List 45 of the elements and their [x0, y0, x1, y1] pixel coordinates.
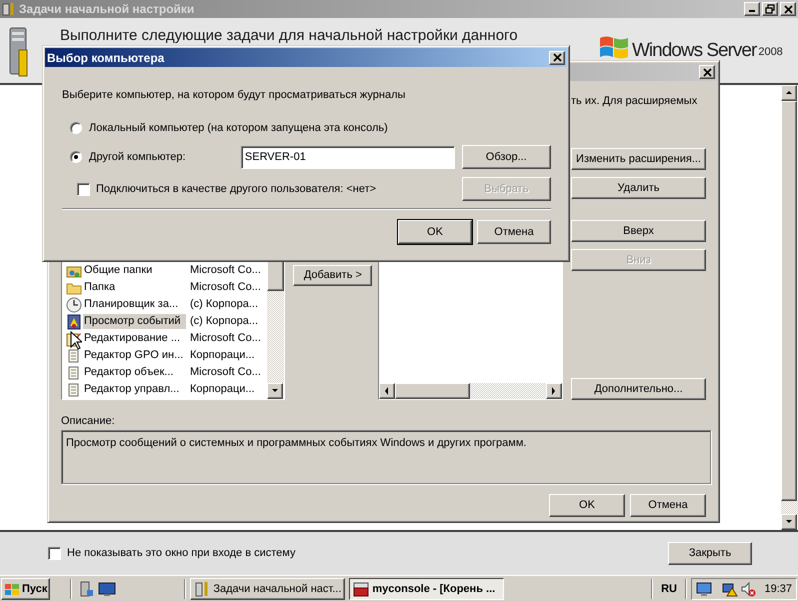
- description-label: Описание:: [61, 415, 115, 427]
- list-item[interactable]: Редактор управл...: [83, 382, 186, 397]
- table-cell-text: Корпораци...: [190, 348, 255, 364]
- cancel-button[interactable]: Отмена: [630, 494, 706, 517]
- table-cell-text: Microsoft Co...: [190, 365, 261, 380]
- browse-button[interactable]: Обзор...: [462, 145, 551, 169]
- list-item[interactable]: Общие папки: [83, 263, 186, 278]
- table-cell-text: Корпораци...: [190, 382, 255, 398]
- add-button[interactable]: Добавить >: [293, 265, 372, 286]
- window-title: Выбор компьютера: [47, 50, 164, 66]
- action-button[interactable]: Удалить: [571, 177, 706, 199]
- logo: Windows Server2008: [598, 32, 783, 60]
- action-button[interactable]: Изменить расширения...: [571, 148, 706, 170]
- radio-label: Локальный компьютер (на котором запущена эта консоль): [89, 120, 388, 136]
- cancel-button[interactable]: Отмена: [477, 220, 551, 244]
- table-cell-text: Microsoft Co...: [190, 263, 261, 278]
- clock: 19:37: [764, 582, 792, 597]
- instruction-text: ть их. Для расширяемых: [571, 94, 698, 109]
- table-cell-text: Microsoft Co...: [190, 280, 261, 296]
- list-item[interactable]: Редактор объек...: [83, 365, 186, 380]
- table-cell-text: Microsoft Co...: [190, 331, 261, 346]
- list-item[interactable]: Редактирование ...: [83, 331, 186, 346]
- table-cell-text: (c) Корпора...: [190, 297, 258, 312]
- action-button[interactable]: Дополнительно...: [571, 378, 706, 400]
- list-item[interactable]: Редактор GPO ин...: [83, 348, 186, 363]
- ok-button[interactable]: OK: [549, 494, 625, 517]
- taskbar-button[interactable]: Задачи начальной наст...: [190, 578, 346, 600]
- table-cell-text: (c) Корпора...: [190, 314, 258, 330]
- language-indicator[interactable]: RU: [657, 580, 681, 598]
- start-button[interactable]: Пуск: [1, 578, 50, 600]
- prompt-text: Выберите компьютер, на котором будут просматриваться журналы: [62, 88, 406, 101]
- checkbox-label: Не показывать это окно при входе в систему: [67, 546, 296, 562]
- list-item[interactable]: Просмотр событий: [83, 314, 186, 329]
- description-text: Просмотр сообщений о системных и программных событиях Windows и других программ.: [66, 437, 526, 449]
- action-button[interactable]: Вверх: [571, 220, 706, 242]
- list-item[interactable]: Папка: [83, 280, 186, 295]
- taskbar-button[interactable]: myconsole - [Корень ...: [349, 578, 504, 600]
- window-title: Задачи начальной настройки: [19, 1, 194, 18]
- checkbox-label: Подключиться в качестве другого пользователя: <нет>: [96, 182, 376, 197]
- close-button[interactable]: Закрыть: [668, 542, 752, 565]
- radio-label: Другой компьютер:: [89, 150, 186, 165]
- input-field[interactable]: SERVER-01: [240, 146, 455, 168]
- header-text: Выполните следующие задачи для начальной настройки данного: [60, 27, 518, 44]
- ok-button[interactable]: OK: [398, 220, 472, 244]
- list-item[interactable]: Планировщик за...: [83, 297, 186, 312]
